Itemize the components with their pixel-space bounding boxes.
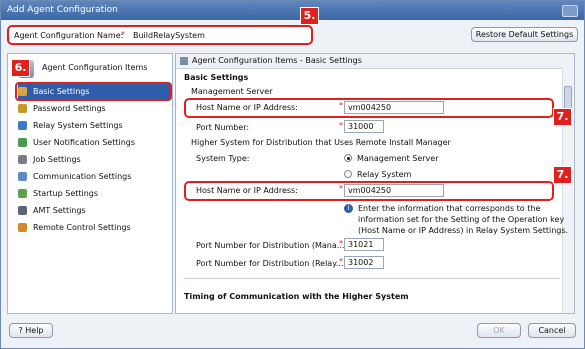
section-title: Basic Settings [184,73,249,82]
sidebar-item-label: Relay System Settings [33,121,123,130]
radio-relay-system-label: Relay System [357,170,412,179]
radio-management-server[interactable] [344,154,352,162]
help-button[interactable]: ? Help [9,323,53,338]
password-icon [18,104,27,113]
panel-header-title: Agent Configuration Items - Basic Settin… [192,56,362,65]
sidebar-item-label: Communication Settings [33,172,132,181]
info-icon: i [344,204,353,213]
sidebar-item-label: Password Settings [33,104,106,113]
port-label: Port Number: [196,123,250,132]
startup-icon [18,189,27,198]
maximize-icon[interactable] [562,5,578,17]
vertical-scrollbar[interactable] [562,68,574,313]
relay-system-icon [18,121,27,130]
management-server-heading: Management Server [191,87,273,96]
sidebar-header: Agent Configuration Items [8,54,172,84]
sidebar-item-amt-settings[interactable]: AMT Settings [18,203,170,218]
required-mark: * [339,121,343,130]
window-title: Add Agent Configuration [7,5,118,15]
sidebar-title: Agent Configuration Items [42,63,148,72]
help-icon: ? [18,326,23,335]
agent-config-name-input[interactable]: BuildRelaySystem [133,31,205,40]
required-mark: * [339,239,343,248]
section-divider [184,278,560,279]
sidebar-item-relay-system-settings[interactable]: Relay System Settings [18,118,170,133]
callout-7b: 7. [553,166,572,184]
amt-icon [18,206,27,215]
higher-system-heading: Higher System for Distribution that Uses… [191,138,451,147]
agent-config-name-group: Agent Configuration Name: * BuildRelaySy… [7,25,313,45]
agent-config-name-label: Agent Configuration Name: [14,31,124,40]
basic-settings-highlight [15,82,172,101]
callout-7a: 7. [553,108,572,126]
info-text-1: Enter the information that corresponds t… [358,204,541,213]
info-text-2: information set for the Setting of the O… [358,215,565,224]
required-mark: * [339,257,343,266]
system-type-label: System Type: [196,154,250,163]
sidebar-item-startup-settings[interactable]: Startup Settings [18,186,170,201]
panel-header: Agent Configuration Items - Basic Settin… [176,54,574,69]
job-icon [18,155,27,164]
host2-label: Host Name or IP Address: [196,186,298,195]
callout-6: 6. [11,59,30,77]
port-input[interactable]: 31000 [344,120,384,133]
required-mark: * [121,30,125,39]
required-mark: * [339,184,343,193]
required-mark: * [339,101,343,110]
restore-default-settings-button[interactable]: Restore Default Settings [471,27,578,42]
port-dist-mana-label: Port Number for Distribution (Mana... [196,241,345,250]
radio-relay-system[interactable] [344,170,352,178]
cancel-button[interactable]: Cancel [528,323,576,338]
port-dist-relay-label: Port Number for Distribution (Relay... [196,259,344,268]
sidebar-item-remote-control-settings[interactable]: Remote Control Settings [18,220,170,235]
sidebar: Agent Configuration Items Basic Settings… [7,53,173,314]
ok-button[interactable]: OK [477,323,521,338]
help-label: Help [25,326,44,335]
info-text-3: (Host Name or IP Address) in Relay Syste… [358,226,569,235]
sidebar-item-label: User Notification Settings [33,138,136,147]
settings-icon [180,57,188,65]
sidebar-item-label: AMT Settings [33,206,86,215]
communication-icon [18,172,27,181]
callout-5: 5. [300,7,319,25]
sidebar-item-job-settings[interactable]: Job Settings [18,152,170,167]
timing-heading: Timing of Communication with the Higher … [184,292,409,301]
title-bar: Add Agent Configuration [1,1,584,20]
host-input[interactable]: vm004250 [344,101,444,114]
port-dist-mana-input[interactable]: 31021 [344,238,384,251]
sidebar-item-label: Job Settings [33,155,81,164]
sidebar-item-password-settings[interactable]: Password Settings [18,101,170,116]
footer: ? Help OK Cancel [1,317,584,348]
radio-management-server-label: Management Server [357,154,439,163]
settings-panel: Agent Configuration Items - Basic Settin… [175,53,575,314]
remote-control-icon [18,223,27,232]
sidebar-item-label: Startup Settings [33,189,99,198]
sidebar-item-label: Remote Control Settings [33,223,131,232]
port-dist-relay-input[interactable]: 31002 [344,256,384,269]
host2-input[interactable]: vm004250 [344,184,444,197]
sidebar-item-user-notification-settings[interactable]: User Notification Settings [18,135,170,150]
name-bar: Agent Configuration Name: * BuildRelaySy… [5,7,580,47]
add-agent-configuration-window: Add Agent Configuration Agent Configurat… [0,0,585,349]
host-label: Host Name or IP Address: [196,103,298,112]
user-notification-icon [18,138,27,147]
sidebar-item-communication-settings[interactable]: Communication Settings [18,169,170,184]
